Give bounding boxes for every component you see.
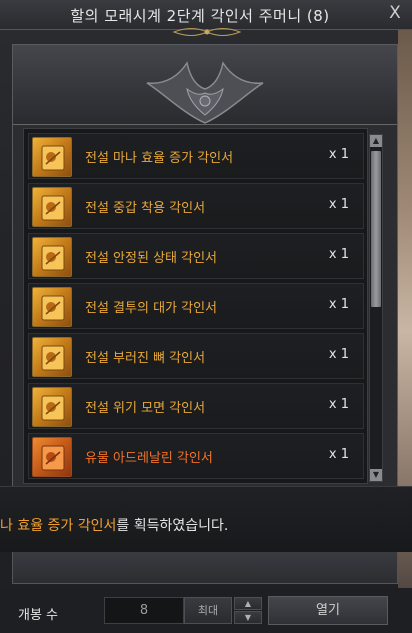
item-name: 유물 아드레날린 각인서 [85,451,213,466]
message-text: 를 획득하였습니다. [116,518,229,534]
increment-icon[interactable]: ▲ [234,597,262,610]
scroll-thumb[interactable] [371,151,381,307]
panel-footer-ornament [12,552,398,584]
scroll-down-icon[interactable]: ▼ [370,469,382,481]
title-ornament-icon [172,28,242,36]
notification-bar: 나 효율 증가 각인서를 획득하였습니다. [0,486,412,552]
open-count-input[interactable]: 8 [104,597,184,624]
engraving-book-icon [32,187,72,227]
item-quantity: x 1 [328,247,349,262]
list-item[interactable]: 전설 중갑 착용 각인서 x 1 [28,183,364,229]
engraving-book-icon [32,287,72,327]
item-name: 전설 부러진 뼈 각인서 [85,351,206,366]
scroll-up-icon[interactable]: ▲ [370,135,382,147]
engraving-book-icon [32,137,72,177]
close-button[interactable]: X [386,3,404,25]
item-name: 전설 안정된 상태 각인서 [85,251,217,266]
list-item[interactable]: 전설 부러진 뼈 각인서 x 1 [28,333,364,379]
list-scrollbar[interactable]: ▲ ▼ [369,134,383,482]
open-count-label: 개봉 수 [18,608,59,623]
list-item[interactable]: 전설 안정된 상태 각인서 x 1 [28,233,364,279]
item-quantity: x 1 [328,197,349,212]
item-quantity: x 1 [328,147,349,162]
item-name: 전설 결투의 대가 각인서 [85,301,217,316]
panel-header-ornament [13,45,397,125]
item-quantity: x 1 [328,447,349,462]
list-item[interactable]: 전설 결투의 대가 각인서 x 1 [28,283,364,329]
list-item[interactable]: 유물 아드레날린 각인서 x 1 [28,433,364,479]
list-item[interactable]: 전설 마나 효율 증가 각인서 x 1 [28,133,364,179]
crest-icon [146,61,264,124]
item-pouch-window: 할의 모래시계 2단계 각인서 주머니 (8) X 전설 마나 효율 증가 각인… [0,0,412,633]
engraving-book-icon [32,437,72,477]
item-name: 전설 마나 효율 증가 각인서 [85,151,234,166]
item-name: 전설 중갑 착용 각인서 [85,201,206,216]
item-quantity: x 1 [328,297,349,312]
decrement-icon[interactable]: ▼ [234,611,262,624]
engraving-book-icon [32,237,72,277]
count-stepper: ▲ ▼ [234,597,262,624]
open-button[interactable]: 열기 [268,596,388,625]
reward-list: 전설 마나 효율 증가 각인서 x 1 전설 중갑 착용 각인서 x 1 전설 … [23,128,368,484]
engraving-book-icon [32,387,72,427]
open-controls: 개봉 수 8 최대 ▲ ▼ 열기 [0,588,412,633]
item-name: 전설 위기 모면 각인서 [85,401,206,416]
engraving-book-icon [32,337,72,377]
acquire-message: 나 효율 증가 각인서를 획득하였습니다. [0,515,228,535]
max-button[interactable]: 최대 [184,597,232,624]
list-item[interactable]: 전설 위기 모면 각인서 x 1 [28,383,364,429]
message-item-name: 나 효율 증가 각인서 [0,518,117,534]
window-title: 할의 모래시계 2단계 각인서 주머니 (8) [70,7,330,25]
item-quantity: x 1 [328,347,349,362]
item-quantity: x 1 [328,397,349,412]
